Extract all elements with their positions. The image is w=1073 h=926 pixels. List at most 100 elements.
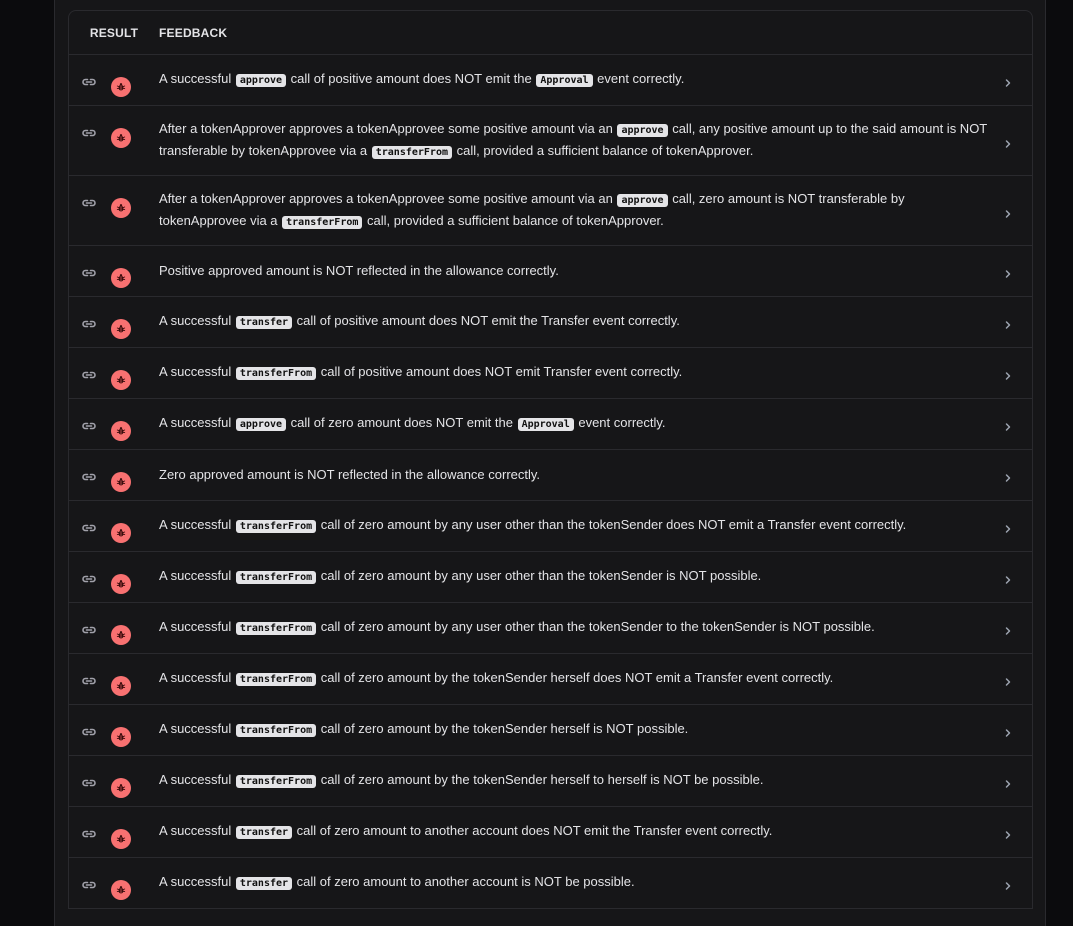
chevron-right-icon[interactable]: [1004, 572, 1012, 584]
bug-icon: [111, 268, 131, 288]
table-row[interactable]: A successful transferFrom call of positi…: [69, 348, 1032, 399]
chevron-right-icon[interactable]: [1004, 136, 1012, 148]
table-row[interactable]: A successful transfer call of zero amoun…: [69, 807, 1032, 858]
table-row[interactable]: Zero approved amount is NOT reflected in…: [69, 450, 1032, 501]
chevron-right-icon[interactable]: [1004, 419, 1012, 431]
feedback-segment: After a tokenApprover approves a tokenAp…: [159, 120, 617, 136]
link-icon[interactable]: [81, 368, 97, 380]
table-row[interactable]: A successful transferFrom call of zero a…: [69, 552, 1032, 603]
table-row[interactable]: A successful transfer call of zero amoun…: [69, 858, 1032, 909]
feedback-segment: call of zero amount by the tokenSender h…: [317, 721, 689, 736]
bug-icon: [111, 472, 131, 492]
feedback-text: A successful transferFrom call of zero a…: [159, 719, 1032, 741]
feedback-text: A successful transfer call of zero amoun…: [159, 821, 1032, 843]
feedback-segment: call, provided a sufficient balance of t…: [453, 142, 754, 158]
chevron-right-icon[interactable]: [1004, 827, 1012, 839]
link-icon[interactable]: [81, 725, 97, 737]
chevron-right-icon[interactable]: [1004, 776, 1012, 788]
chevron-right-icon[interactable]: [1004, 368, 1012, 380]
table-row[interactable]: After a tokenApprover approves a tokenAp…: [69, 106, 1032, 176]
code-token: transferFrom: [235, 367, 317, 380]
chevron-right-icon[interactable]: [1004, 878, 1012, 890]
link-icon[interactable]: [81, 470, 97, 482]
feedback-segment: A successful: [159, 670, 235, 685]
row-icons-cell: [69, 813, 159, 851]
link-icon[interactable]: [81, 196, 97, 208]
chevron-right-icon[interactable]: [1004, 521, 1012, 533]
feedback-segment: Positive approved amount is NOT reflecte…: [159, 263, 559, 278]
link-icon[interactable]: [81, 266, 97, 278]
chevron-right-icon[interactable]: [1004, 266, 1012, 278]
feedback-segment: A successful: [159, 517, 235, 532]
feedback-text: After a tokenApprover approves a tokenAp…: [159, 119, 1032, 163]
table-row[interactable]: A successful transferFrom call of zero a…: [69, 654, 1032, 705]
feedback-text: After a tokenApprover approves a tokenAp…: [159, 189, 1032, 233]
chevron-right-icon[interactable]: [1004, 725, 1012, 737]
link-icon[interactable]: [81, 126, 97, 138]
feedback-text: Zero approved amount is NOT reflected in…: [159, 465, 1032, 485]
table-row[interactable]: A successful transferFrom call of zero a…: [69, 705, 1032, 756]
chevron-right-icon[interactable]: [1004, 75, 1012, 87]
feedback-segment: call of zero amount does NOT emit the: [287, 415, 517, 430]
feedback-text: A successful transfer call of positive a…: [159, 311, 1032, 333]
link-icon[interactable]: [81, 317, 97, 329]
chevron-right-icon[interactable]: [1004, 674, 1012, 686]
feedback-segment: A successful: [159, 619, 235, 634]
feedback-segment: call of zero amount by the tokenSender h…: [317, 670, 834, 685]
feedback-text: A successful transferFrom call of positi…: [159, 362, 1032, 384]
feedback-segment: A successful: [159, 772, 235, 787]
bug-icon: [111, 128, 131, 148]
table-row[interactable]: A successful approve call of zero amount…: [69, 399, 1032, 450]
table-row[interactable]: After a tokenApprover approves a tokenAp…: [69, 176, 1032, 246]
chevron-right-icon[interactable]: [1004, 623, 1012, 635]
table-row[interactable]: Positive approved amount is NOT reflecte…: [69, 246, 1032, 297]
row-icons-cell: [69, 762, 159, 800]
feedback-segment: call of zero amount by any user other th…: [317, 619, 875, 634]
link-icon[interactable]: [81, 75, 97, 87]
chevron-right-icon[interactable]: [1004, 470, 1012, 482]
code-token: transfer: [235, 826, 293, 839]
feedback-segment: A successful: [159, 874, 235, 889]
bug-icon: [111, 370, 131, 390]
column-header-result: RESULT: [89, 25, 139, 40]
bug-icon: [111, 198, 131, 218]
bug-icon: [111, 319, 131, 339]
chevron-right-icon[interactable]: [1004, 317, 1012, 329]
feedback-segment: call of positive amount does NOT emit th…: [287, 71, 536, 86]
bug-icon: [111, 880, 131, 900]
row-icons-cell: [69, 112, 159, 169]
table-row[interactable]: A successful approve call of positive am…: [69, 55, 1032, 106]
row-icons-cell: [69, 456, 159, 494]
link-icon[interactable]: [81, 776, 97, 788]
bug-icon: [111, 727, 131, 747]
code-token: approve: [235, 418, 287, 431]
bug-icon: [111, 829, 131, 849]
feedback-segment: call of positive amount does NOT emit th…: [293, 313, 680, 328]
link-icon[interactable]: [81, 623, 97, 635]
feedback-text: A successful transfer call of zero amoun…: [159, 872, 1032, 894]
feedback-segment: After a tokenApprover approves a tokenAp…: [159, 190, 617, 206]
chevron-right-icon[interactable]: [1004, 206, 1012, 218]
row-icons-cell: [69, 660, 159, 698]
link-icon[interactable]: [81, 521, 97, 533]
link-icon[interactable]: [81, 878, 97, 890]
feedback-segment: A successful: [159, 415, 235, 430]
link-icon[interactable]: [81, 827, 97, 839]
link-icon[interactable]: [81, 572, 97, 584]
code-token: transferFrom: [235, 520, 317, 533]
feedback-segment: A successful: [159, 823, 235, 838]
table-row[interactable]: A successful transferFrom call of zero a…: [69, 756, 1032, 807]
table-row[interactable]: A successful transferFrom call of zero a…: [69, 603, 1032, 654]
table-row[interactable]: A successful transfer call of positive a…: [69, 297, 1032, 348]
column-header-feedback: FEEDBACK: [159, 25, 228, 40]
feedback-segment: call of zero amount to another account d…: [293, 823, 773, 838]
feedback-text: A successful approve call of positive am…: [159, 69, 1032, 91]
link-icon[interactable]: [81, 419, 97, 431]
link-icon[interactable]: [81, 674, 97, 686]
code-token: transferFrom: [235, 571, 317, 584]
feedback-segment: call of zero amount to another account i…: [293, 874, 635, 889]
feedback-text: A successful transferFrom call of zero a…: [159, 770, 1032, 792]
table-row[interactable]: A successful transferFrom call of zero a…: [69, 501, 1032, 552]
code-token: transfer: [235, 877, 293, 890]
feedback-segment: Zero approved amount is NOT reflected in…: [159, 467, 541, 482]
